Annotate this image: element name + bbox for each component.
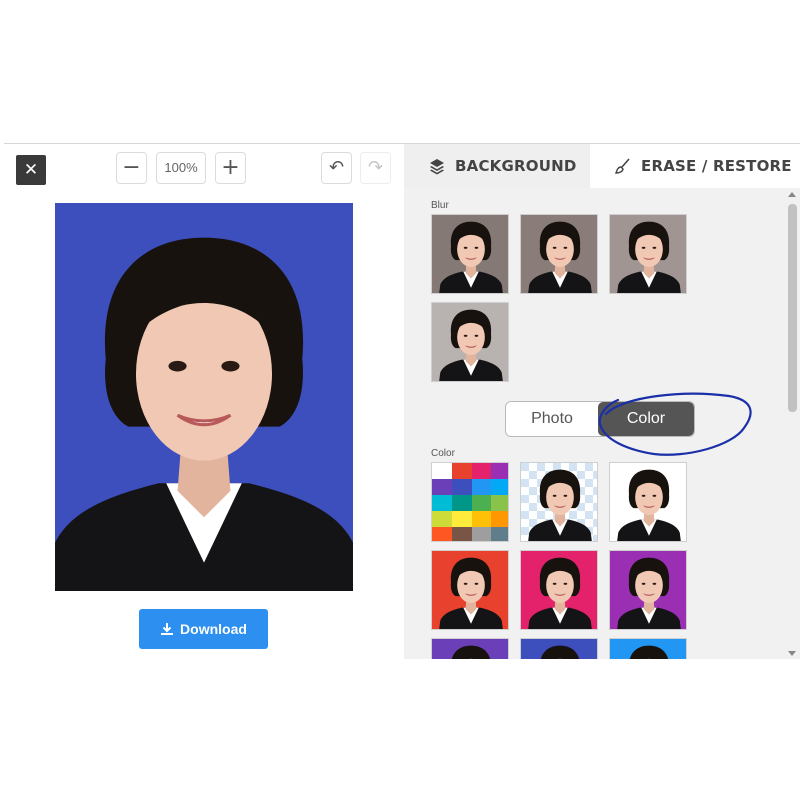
close-icon[interactable]: ✕ [16, 155, 46, 185]
color-toggle-button[interactable]: Color [598, 402, 694, 436]
color-transparent-swatch[interactable] [520, 462, 598, 542]
blur-thumbnail-1[interactable] [431, 214, 509, 294]
download-button[interactable]: Download [139, 609, 268, 649]
tab-background-label: BACKGROUND [455, 157, 577, 175]
zoom-out-button[interactable]: − [116, 152, 147, 184]
layers-icon [430, 159, 444, 175]
photo-toggle-button[interactable]: Photo [506, 402, 598, 436]
redo-icon[interactable]: ↷ [360, 152, 391, 184]
tab-background[interactable]: BACKGROUND [404, 144, 590, 188]
background-options: Blur Photo Color Color [404, 188, 785, 659]
tab-erase-restore[interactable]: ERASE / RESTORE [590, 144, 800, 188]
blur-thumbnail-4[interactable] [431, 302, 509, 382]
scroll-down-arrow-icon[interactable] [788, 651, 796, 656]
zoom-level-field[interactable]: 100% [156, 152, 206, 184]
color-section-label: Color [431, 448, 455, 459]
color-white-swatch[interactable] [609, 462, 687, 542]
zoom-in-button[interactable]: + [215, 152, 246, 184]
brush-icon [615, 158, 630, 174]
photo-color-toggle: Photo Color [505, 401, 695, 437]
tab-erase-label: ERASE / RESTORE [641, 157, 792, 175]
blur-thumbnail-3[interactable] [609, 214, 687, 294]
color-purple-swatch[interactable] [609, 550, 687, 630]
download-icon [161, 623, 174, 635]
preview-pane: ✕ − 100% + ↶ ↷ Download [4, 144, 406, 659]
color-deep-purple-swatch[interactable] [431, 638, 509, 659]
download-label: Download [180, 621, 247, 637]
photo-editor-window: ✕ − 100% + ↶ ↷ Download BACKGROUND ERASE… [4, 143, 800, 659]
color-palette-swatch[interactable] [431, 462, 509, 542]
scrollbar[interactable] [785, 188, 800, 659]
color-pink-swatch[interactable] [520, 550, 598, 630]
color-blue-swatch[interactable] [609, 638, 687, 659]
blur-thumbnail-2[interactable] [520, 214, 598, 294]
tab-bar: BACKGROUND ERASE / RESTORE [404, 144, 800, 188]
settings-pane: BACKGROUND ERASE / RESTORE Blur Photo Co… [404, 144, 800, 659]
undo-icon[interactable]: ↶ [321, 152, 352, 184]
palette-grid [432, 463, 508, 541]
color-indigo-swatch[interactable] [520, 638, 598, 659]
main-photo-preview [55, 203, 353, 591]
blur-section-label: Blur [431, 200, 449, 211]
color-red-swatch[interactable] [431, 550, 509, 630]
scroll-up-arrow-icon[interactable] [788, 192, 796, 197]
scrollbar-thumb[interactable] [788, 204, 797, 412]
